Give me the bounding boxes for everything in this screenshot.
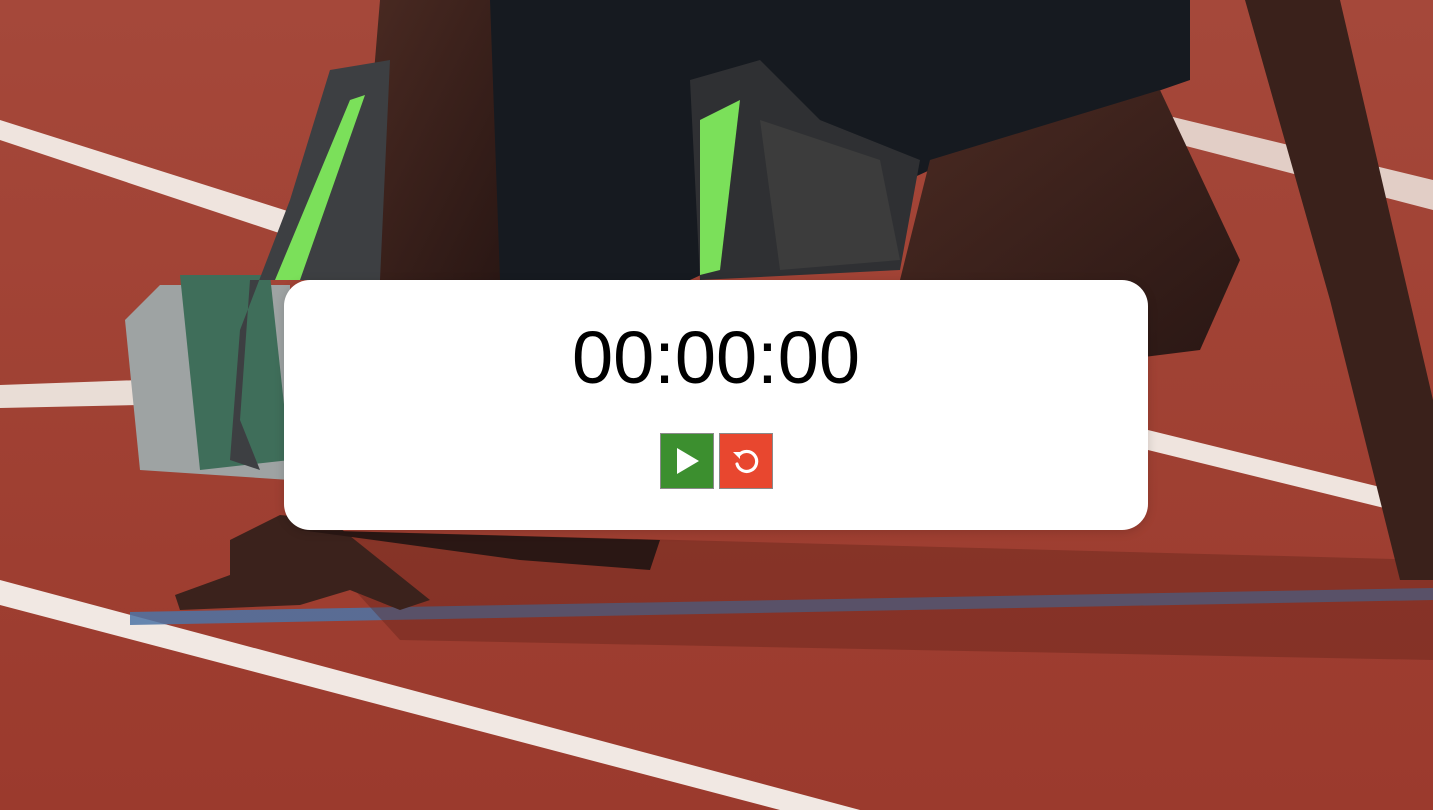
start-button[interactable]: [660, 433, 714, 489]
play-icon: [673, 446, 701, 476]
stopwatch-controls: [660, 433, 773, 489]
reset-icon: [730, 445, 762, 477]
reset-button[interactable]: [719, 433, 773, 489]
stopwatch-time-display: 00:00:00: [571, 316, 861, 399]
stopwatch-card: 00:00:00: [284, 280, 1148, 530]
